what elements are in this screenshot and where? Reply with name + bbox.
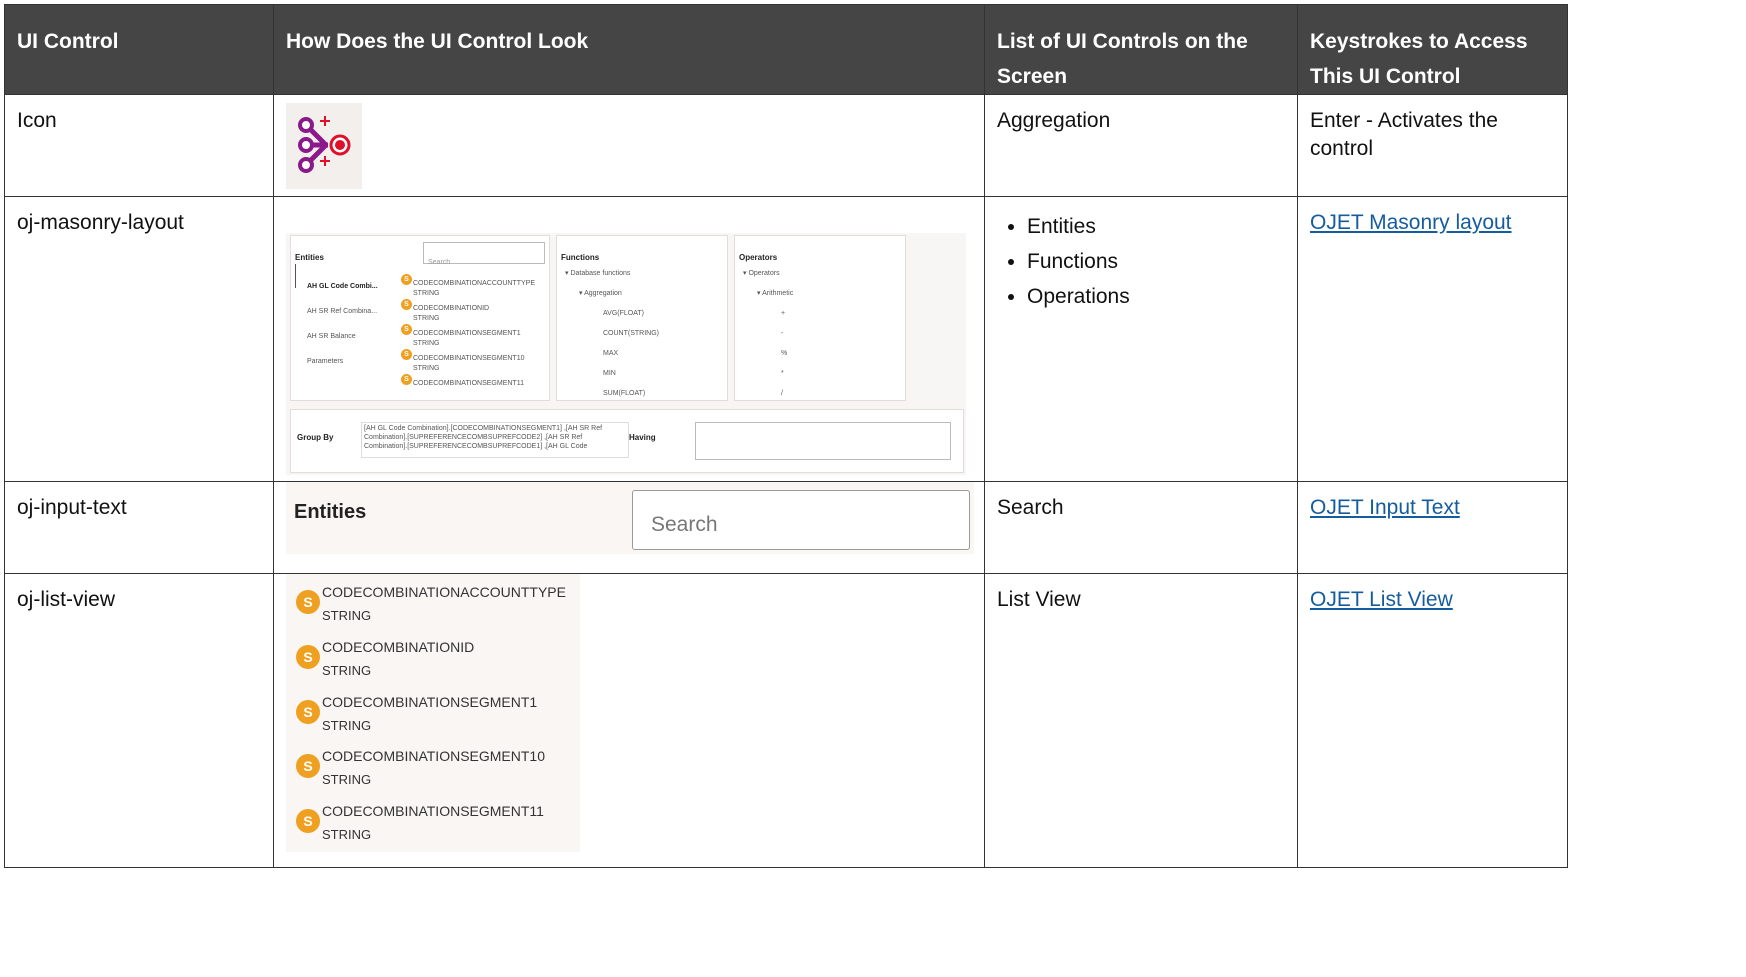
ojet-list-view-link[interactable]: OJET List View [1310,588,1453,611]
cell-list: Entities Functions Operations [984,196,1298,482]
header-list-controls: List of UI Controls on the Screen [984,4,1298,95]
table-header-row: UI Control How Does the UI Control Look … [4,4,1568,95]
group-by-field[interactable]: [AH GL Code Combination].[CODECOMBINATIO… [361,422,629,458]
entities-title: Entities [295,253,324,262]
input-text-sample: Entities Search [286,482,974,554]
cell-control: Icon [4,94,274,197]
aggregation-icon [286,103,362,189]
cell-keystrokes: OJET List View [1297,573,1568,868]
group-by-panel: Group By [AH GL Code Combination].[CODEC… [290,409,964,473]
having-field[interactable] [695,422,951,460]
header-look: How Does the UI Control Look [273,4,985,95]
list-item: Functions [1027,244,1285,279]
functions-panel: Functions ▾ Database functions ▾ Aggrega… [556,235,728,401]
entity-tab[interactable]: AH SR Balance [307,323,356,351]
cell-control: oj-masonry-layout [4,196,274,482]
cell-list: Aggregation [984,94,1298,197]
ojet-input-text-link[interactable]: OJET Input Text [1310,496,1460,519]
list-item: Entities [1027,209,1285,244]
entities-panel: Entities Search AH GL Code Combi... AH S… [290,235,550,401]
controls-list: Entities Functions Operations [997,209,1285,314]
entity-tab[interactable]: AH GL Code Combi... [307,273,378,301]
cell-list: Search [984,481,1298,574]
list-item: Operations [1027,279,1285,314]
cell-look: Entities Search AH GL Code Combi... AH S… [273,196,985,482]
cell-list: List View [984,573,1298,868]
header-ui-control: UI Control [4,4,274,95]
header-keystrokes: Keystrokes to Access This UI Control [1297,4,1568,95]
cell-keystrokes: OJET Input Text [1297,481,1568,574]
entity-tab[interactable]: Parameters [307,348,343,376]
cell-look: S CODECOMBINATIONACCOUNTTYPE STRING S CO… [273,573,985,868]
table-row: Icon Aggregation Enter - Activates the c… [4,94,1568,197]
list-view-sample: S CODECOMBINATIONACCOUNTTYPE STRING S CO… [286,574,580,852]
masonry-layout-sample: Entities Search AH GL Code Combi... AH S… [286,233,966,475]
operators-panel: Operators ▾ Operators ▾ Arithmetic + - %… [734,235,906,401]
ojet-masonry-link[interactable]: OJET Masonry layout [1310,211,1512,234]
table-row: oj-masonry-layout Entities Search AH GL … [4,196,1568,482]
table-row: oj-input-text Entities Search Search OJE… [4,481,1568,574]
entity-tab[interactable]: AH SR Ref Combina... [307,298,377,326]
search-input[interactable]: Search [423,242,545,266]
cell-keystrokes: OJET Masonry layout [1297,196,1568,482]
ui-controls-table: UI Control How Does the UI Control Look … [4,4,1568,868]
entities-title: Entities [294,501,367,523]
search-input[interactable]: Search [632,490,970,550]
cell-look: Entities Search [273,481,985,574]
cell-control: oj-list-view [4,573,274,868]
table-row: oj-list-view S CODECOMBINATIONACCOUNTTYP… [4,573,1568,868]
cell-look [273,94,985,197]
cell-control: oj-input-text [4,481,274,574]
cell-keystrokes: Enter - Activates the control [1297,94,1568,197]
